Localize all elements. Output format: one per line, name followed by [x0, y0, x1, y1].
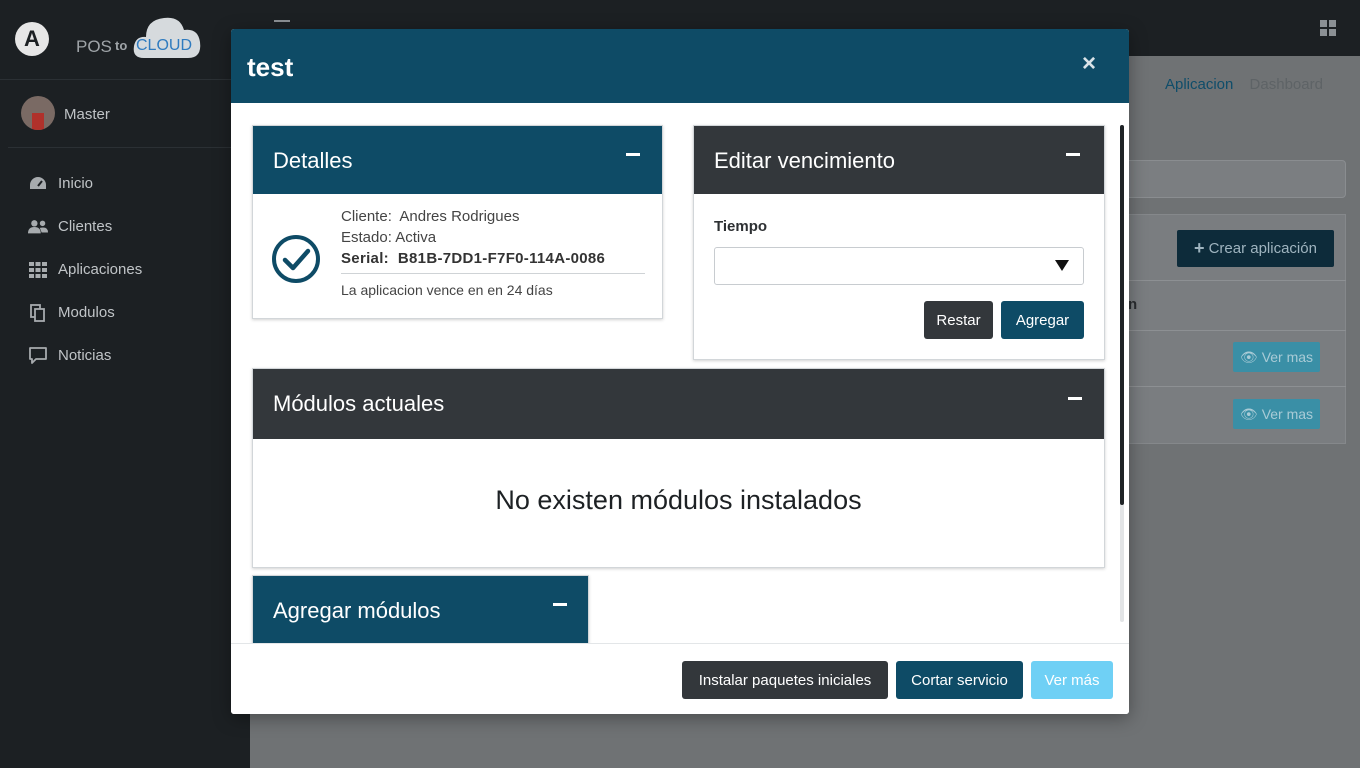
- table-header-fragment: n: [1128, 296, 1138, 313]
- grid-icon: [28, 261, 48, 279]
- details-title: Detalles: [273, 148, 353, 173]
- avatar: [21, 96, 55, 130]
- sidebar: A POS to CLOUD Master Inicio Clientes Ap…: [0, 0, 250, 768]
- ver-mas-button[interactable]: Ver más: [1031, 661, 1113, 699]
- sidebar-item-label: Clientes: [58, 218, 113, 235]
- install-packages-button[interactable]: Instalar paquetes iniciales: [682, 661, 888, 699]
- details-card: Detalles Cliente: Andres Rodrigues Estad…: [252, 125, 663, 319]
- sidebar-item-clientes[interactable]: Clientes: [0, 205, 250, 248]
- agregar-button[interactable]: Agregar: [1001, 301, 1084, 339]
- sidebar-item-label: Noticias: [58, 347, 112, 364]
- details-info: Cliente: Andres Rodrigues Estado: Activa…: [341, 206, 645, 301]
- empty-modules-message: No existen módulos instalados: [495, 485, 862, 515]
- tiempo-select[interactable]: [714, 247, 1084, 285]
- estado-row: Estado: Activa: [341, 227, 645, 248]
- collapse-icon[interactable]: [553, 603, 567, 606]
- serial-value: B81B-7DD1-F7F0-114A-0086: [397, 250, 606, 267]
- brand[interactable]: A POS to CLOUD: [0, 0, 250, 80]
- check-circle-icon: [272, 235, 320, 283]
- sidebar-item-aplicaciones[interactable]: Aplicaciones: [0, 248, 250, 291]
- cliente-row: Cliente: Andres Rodrigues: [341, 206, 645, 227]
- modal-body[interactable]: Detalles Cliente: Andres Rodrigues Estad…: [231, 103, 1129, 643]
- background-search-input[interactable]: [1128, 160, 1346, 198]
- row-ver-mas-button[interactable]: 👁 Ver mas: [1233, 399, 1320, 429]
- sidebar-nav: Inicio Clientes Aplicaciones Modulos Not…: [0, 162, 250, 377]
- expiry-edit-header: Editar vencimiento: [694, 126, 1104, 194]
- row-ver-mas-label: Ver mas: [1261, 349, 1314, 365]
- brand-text-to: to: [115, 38, 128, 53]
- plus-icon: +: [1194, 238, 1205, 258]
- details-card-header: Detalles: [253, 126, 662, 194]
- modal-footer: Instalar paquetes iniciales Cortar servi…: [231, 643, 1129, 714]
- eye-icon: 👁: [1239, 348, 1258, 365]
- collapse-icon[interactable]: [626, 153, 640, 156]
- row-ver-mas-label: Ver mas: [1261, 406, 1314, 422]
- breadcrumb-separator: /: [1239, 76, 1244, 93]
- comment-icon: [28, 346, 48, 365]
- tiempo-label: Tiempo: [714, 218, 768, 235]
- expiry-text: La aplicacion vence en en 24 días: [341, 282, 553, 298]
- modal-title: test: [247, 52, 294, 82]
- user-name: Master: [64, 106, 110, 123]
- brand-text-cloud: CLOUD: [136, 37, 193, 54]
- estado-label: Estado:: [341, 229, 392, 246]
- application-modal: test × Detalles Cliente: Andres Rodrigue…: [231, 29, 1129, 714]
- create-app-button[interactable]: + Crear aplicación: [1177, 230, 1334, 267]
- create-app-label: Crear aplicación: [1208, 240, 1317, 257]
- estado-value: Activa: [395, 229, 437, 246]
- sidebar-item-label: Modulos: [58, 304, 115, 321]
- sidebar-item-label: Aplicaciones: [58, 261, 143, 278]
- current-modules-title: Módulos actuales: [273, 391, 445, 416]
- serial-row: Serial: B81B-7DD1-F7F0-114A-0086: [341, 248, 645, 269]
- cut-service-button[interactable]: Cortar servicio: [896, 661, 1023, 699]
- brand-text-pos: POS: [76, 37, 112, 56]
- breadcrumb: Aplicacion / Dashboard: [1165, 76, 1323, 93]
- row-ver-mas-button[interactable]: 👁 Ver mas: [1233, 342, 1320, 372]
- divider: [341, 273, 645, 274]
- apps-icon[interactable]: [1320, 20, 1336, 36]
- copy-icon: [28, 303, 48, 322]
- cliente-label: Cliente:: [341, 208, 392, 225]
- dashboard-icon: [28, 175, 48, 193]
- sidebar-item-label: Inicio: [58, 175, 94, 192]
- current-modules-header: Módulos actuales: [253, 369, 1104, 439]
- breadcrumb-parent[interactable]: Aplicacion: [1165, 76, 1233, 93]
- users-icon: [28, 218, 48, 236]
- serial-label: Serial:: [341, 250, 389, 267]
- scrollbar-thumb[interactable]: [1120, 125, 1124, 505]
- sidebar-item-noticias[interactable]: Noticias: [0, 334, 250, 377]
- caret-down-icon: [1055, 260, 1069, 271]
- collapse-icon[interactable]: [1066, 153, 1080, 156]
- breadcrumb-current: Dashboard: [1249, 76, 1323, 93]
- add-modules-card: Agregar módulos: [252, 575, 589, 643]
- restar-button[interactable]: Restar: [924, 301, 993, 339]
- user-panel[interactable]: Master: [8, 82, 232, 148]
- modal-header: test ×: [231, 29, 1129, 103]
- divider: [1128, 386, 1346, 387]
- logo-icon: A: [15, 22, 49, 56]
- collapse-icon[interactable]: [1068, 397, 1082, 400]
- expiry-edit-title: Editar vencimiento: [714, 148, 895, 173]
- add-modules-title: Agregar módulos: [273, 598, 441, 623]
- sidebar-item-inicio[interactable]: Inicio: [0, 162, 250, 205]
- close-icon[interactable]: ×: [1078, 52, 1100, 76]
- cliente-value: Andres Rodrigues: [399, 208, 520, 225]
- divider: [1128, 330, 1346, 331]
- current-modules-card: Módulos actuales No existen módulos inst…: [252, 368, 1105, 568]
- divider: [1128, 280, 1346, 281]
- eye-icon: 👁: [1239, 405, 1258, 422]
- expiry-edit-card: Editar vencimiento Tiempo Restar Agregar: [693, 125, 1105, 360]
- sidebar-item-modulos[interactable]: Modulos: [0, 291, 250, 334]
- add-modules-header: Agregar módulos: [253, 576, 588, 643]
